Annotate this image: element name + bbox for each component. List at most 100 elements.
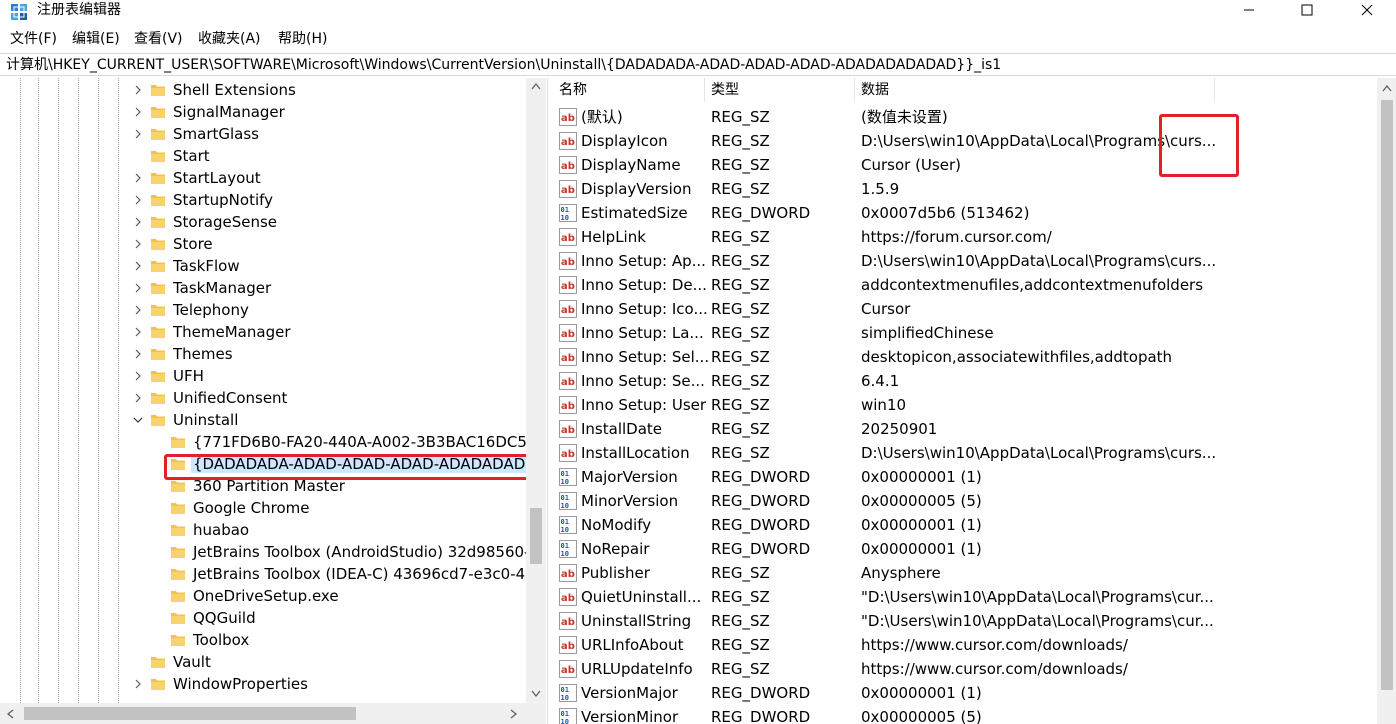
tree-item[interactable]: {771FD6B0-FA20-440A-A002-3B3BAC16DC50} bbox=[0, 431, 546, 453]
value-row[interactable]: ab DisplayName REG_SZ Cursor (User) bbox=[553, 153, 1373, 177]
value-row[interactable]: ab Inno Setup: Se... REG_SZ 6.4.1 bbox=[553, 369, 1373, 393]
value-row[interactable]: ab DisplayVersion REG_SZ 1.5.9 bbox=[553, 177, 1373, 201]
value-row[interactable]: 01 10 NoModify REG_DWORD 0x00000001 (1) bbox=[553, 513, 1373, 537]
scroll-right-icon[interactable] bbox=[510, 709, 518, 719]
tree-horizontal-scroll-thumb[interactable] bbox=[24, 707, 356, 720]
chevron-right-icon[interactable] bbox=[132, 233, 144, 255]
scroll-down-icon[interactable] bbox=[531, 690, 541, 698]
address-bar[interactable]: 计算机\HKEY_CURRENT_USER\SOFTWARE\Microsoft… bbox=[0, 53, 1396, 76]
tree-item[interactable]: Start bbox=[0, 145, 526, 167]
value-row[interactable]: ab InstallLocation REG_SZ D:\Users\win10\Ap… bbox=[553, 441, 1373, 465]
menu-favorites[interactable]: 收藏夹(A) bbox=[198, 30, 261, 48]
tree-item[interactable]: Vault bbox=[0, 651, 526, 673]
values-vertical-scrollbar[interactable] bbox=[1377, 78, 1396, 724]
tree-item[interactable]: Shell Extensions bbox=[0, 79, 526, 101]
tree-item[interactable]: StartLayout bbox=[0, 167, 526, 189]
chevron-right-icon[interactable] bbox=[132, 79, 144, 101]
value-data: 1.5.9 bbox=[861, 180, 900, 198]
menu-help[interactable]: 帮助(H) bbox=[278, 30, 327, 48]
folder-icon bbox=[171, 503, 185, 514]
value-name: InstallLocation bbox=[581, 444, 690, 462]
chevron-right-icon[interactable] bbox=[132, 387, 144, 409]
value-row[interactable]: ab InstallDate REG_SZ 20250901 bbox=[553, 417, 1373, 441]
value-row[interactable]: 01 10 VersionMinor REG_DWORD 0x00000005 (5) bbox=[553, 705, 1373, 724]
value-row[interactable]: 01 10 MinorVersion REG_DWORD 0x00000005 (5) bbox=[553, 489, 1373, 513]
value-row[interactable]: ab Inno Setup: Sel... REG_SZ desktopicon,as… bbox=[553, 345, 1373, 369]
scroll-left-icon[interactable] bbox=[6, 709, 14, 719]
tree-vertical-scrollbar[interactable] bbox=[526, 78, 546, 703]
chevron-right-icon[interactable] bbox=[132, 167, 144, 189]
chevron-right-icon[interactable] bbox=[132, 255, 144, 277]
value-row[interactable]: ab HelpLink REG_SZ https://forum.cursor.com… bbox=[553, 225, 1373, 249]
chevron-right-icon[interactable] bbox=[132, 321, 144, 343]
value-row[interactable]: ab Inno Setup: Ico... REG_SZ Cursor bbox=[553, 297, 1373, 321]
address-path[interactable]: 计算机\HKEY_CURRENT_USER\SOFTWARE\Microsoft… bbox=[6, 56, 1001, 74]
value-row[interactable]: ab DisplayIcon REG_SZ D:\Users\win10\AppDat… bbox=[553, 129, 1373, 153]
tree-item[interactable]: JetBrains Toolbox (IDEA-C) 43696cd7-e3c0… bbox=[0, 563, 535, 585]
value-row[interactable]: ab Inno Setup: Ap... REG_SZ D:\Users\win10\… bbox=[553, 249, 1373, 273]
chevron-right-icon[interactable] bbox=[132, 123, 144, 145]
value-row[interactable]: ab Publisher REG_SZ Anysphere bbox=[553, 561, 1373, 585]
chevron-right-icon[interactable] bbox=[132, 343, 144, 365]
folder-icon bbox=[151, 415, 165, 426]
chevron-right-icon[interactable] bbox=[132, 101, 144, 123]
value-row[interactable]: ab QuietUninstall... REG_SZ "D:\Users\win10… bbox=[553, 585, 1373, 609]
menu-edit[interactable]: 编辑(E) bbox=[72, 30, 120, 48]
values-vertical-scroll-thumb[interactable] bbox=[1381, 100, 1393, 690]
tree-item[interactable]: SmartGlass bbox=[0, 123, 526, 145]
tree-item[interactable]: Themes bbox=[0, 343, 526, 365]
menu-file[interactable]: 文件(F) bbox=[10, 30, 57, 48]
chevron-right-icon[interactable] bbox=[132, 277, 144, 299]
value-row[interactable]: 01 10 VersionMajor REG_DWORD 0x00000001 (1) bbox=[553, 681, 1373, 705]
tree-item[interactable]: OneDriveSetup.exe bbox=[0, 585, 526, 607]
tree-item[interactable]: JetBrains Toolbox (AndroidStudio) 32d985… bbox=[0, 541, 529, 563]
value-row[interactable]: ab Inno Setup: De... REG_SZ addcontextmenuf… bbox=[553, 273, 1373, 297]
chevron-right-icon[interactable] bbox=[132, 673, 144, 695]
column-header-data[interactable]: 数据 bbox=[855, 78, 1215, 102]
scroll-up-icon[interactable] bbox=[531, 82, 541, 90]
value-row[interactable]: 01 10 MajorVersion REG_DWORD 0x00000001 (1) bbox=[553, 465, 1373, 489]
tree-item[interactable]: TaskFlow bbox=[0, 255, 526, 277]
value-row[interactable]: ab (默认) REG_SZ (数值未设置) bbox=[553, 105, 1373, 129]
tree-item[interactable]: UnifiedConsent bbox=[0, 387, 526, 409]
chevron-down-icon[interactable] bbox=[132, 409, 144, 431]
column-header-name[interactable]: 名称 bbox=[553, 78, 705, 102]
value-row[interactable]: ab URLUpdateInfo REG_SZ https://www.cursor.… bbox=[553, 657, 1373, 681]
maximize-button[interactable] bbox=[1278, 0, 1336, 20]
value-row[interactable]: ab UninstallString REG_SZ "D:\Users\win10\A… bbox=[553, 609, 1373, 633]
tree-item[interactable]: StartupNotify bbox=[0, 189, 526, 211]
tree-item[interactable]: StorageSense bbox=[0, 211, 526, 233]
chevron-right-icon[interactable] bbox=[132, 189, 144, 211]
tree-item[interactable]: Telephony bbox=[0, 299, 526, 321]
minimize-button[interactable] bbox=[1220, 0, 1278, 20]
tree-horizontal-scrollbar[interactable] bbox=[0, 703, 546, 724]
value-row[interactable]: ab Inno Setup: La... REG_SZ simplifiedChine… bbox=[553, 321, 1373, 345]
tree-item[interactable]: UFH bbox=[0, 365, 526, 387]
tree-item[interactable]: Toolbox bbox=[0, 629, 526, 651]
value-row[interactable]: ab URLInfoAbout REG_SZ https://www.cursor.c… bbox=[553, 633, 1373, 657]
menu-bar: 文件(F) 编辑(E) 查看(V) 收藏夹(A) 帮助(H) bbox=[0, 28, 1396, 50]
values-pane[interactable]: 名称 类型 数据 ab (默认) REG_SZ (数值未设置) ab DisplayIco… bbox=[553, 78, 1396, 724]
close-button[interactable] bbox=[1338, 0, 1396, 20]
value-row[interactable]: 01 10 EstimatedSize REG_DWORD 0x0007d5b6 (51… bbox=[553, 201, 1373, 225]
tree-item[interactable]: huabao bbox=[0, 519, 526, 541]
tree-item[interactable]: QQGuild bbox=[0, 607, 526, 629]
tree-item-label: SignalManager bbox=[173, 103, 285, 121]
chevron-right-icon[interactable] bbox=[132, 211, 144, 233]
chevron-right-icon[interactable] bbox=[132, 365, 144, 387]
tree-item[interactable]: ThemeManager bbox=[0, 321, 526, 343]
tree-item[interactable]: TaskManager bbox=[0, 277, 526, 299]
value-row[interactable]: 01 10 NoRepair REG_DWORD 0x00000001 (1) bbox=[553, 537, 1373, 561]
tree-item[interactable]: Store bbox=[0, 233, 526, 255]
tree-item[interactable]: Uninstall bbox=[0, 409, 526, 431]
tree-item[interactable]: Google Chrome bbox=[0, 497, 526, 519]
column-header-type[interactable]: 类型 bbox=[705, 78, 855, 102]
chevron-right-icon[interactable] bbox=[132, 299, 144, 321]
key-tree-pane[interactable]: Shell Extensions SignalManager SmartGlass S… bbox=[0, 78, 548, 724]
tree-item[interactable]: WindowProperties bbox=[0, 673, 526, 695]
scroll-up-icon[interactable] bbox=[1382, 84, 1392, 92]
menu-view[interactable]: 查看(V) bbox=[134, 30, 183, 48]
value-row[interactable]: ab Inno Setup: User REG_SZ win10 bbox=[553, 393, 1373, 417]
tree-vertical-scroll-thumb[interactable] bbox=[530, 508, 542, 564]
tree-item[interactable]: SignalManager bbox=[0, 101, 526, 123]
